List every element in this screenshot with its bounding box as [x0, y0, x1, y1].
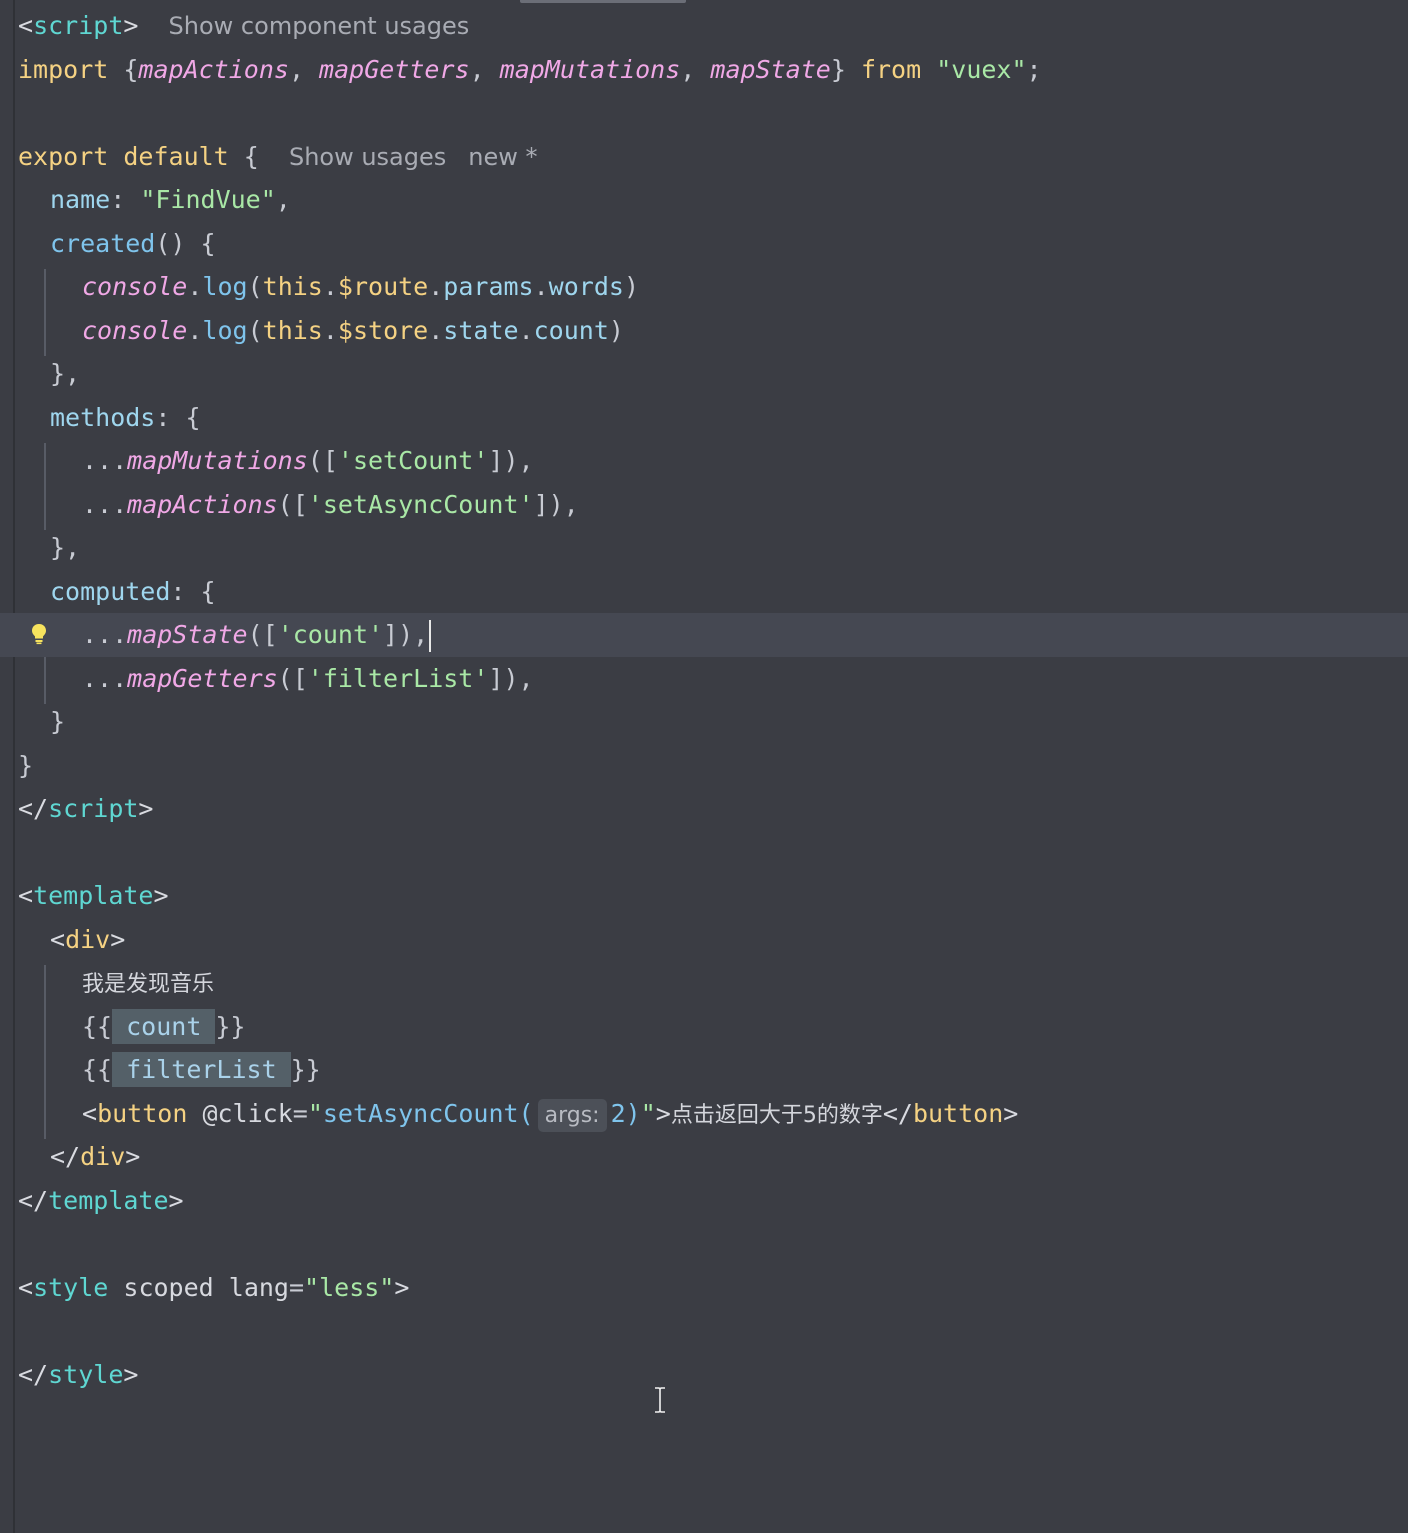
- console-object: console: [82, 315, 188, 345]
- code-line-16[interactable]: ...mapGetters(['filterList']),: [0, 657, 1408, 701]
- count-interpolation: count: [112, 1008, 216, 1044]
- from-keyword: from: [860, 54, 922, 84]
- module-string: "vuex": [936, 54, 1027, 84]
- code-line-22[interactable]: <div>: [0, 918, 1408, 962]
- code-editor[interactable]: <script> Show component usages import {m…: [0, 4, 1408, 1396]
- code-line-14[interactable]: computed: {: [0, 570, 1408, 614]
- div-close-tag: div: [80, 1142, 126, 1171]
- style-close-tag: style: [48, 1359, 124, 1389]
- code-line-15[interactable]: ...mapState(['count']),: [0, 613, 1408, 657]
- mapMutations-call: mapMutations: [127, 446, 308, 475]
- button-open-tag: button: [97, 1098, 188, 1128]
- code-line-5[interactable]: name: "FindVue",: [0, 178, 1408, 222]
- route-property: $route: [337, 272, 429, 301]
- code-line-11[interactable]: ...mapMutations(['setCount']),: [0, 439, 1408, 483]
- handler-argument: 2: [610, 1098, 626, 1128]
- log-method: log: [202, 315, 248, 345]
- text-caret: [429, 620, 432, 652]
- filterList-string: 'filterList': [307, 663, 489, 693]
- code-line-30[interactable]: <style scoped lang="less">: [0, 1266, 1408, 1310]
- mapGetters-call: mapGetters: [127, 663, 278, 693]
- words-property: words: [548, 272, 624, 301]
- code-line-23[interactable]: 我是发现音乐: [0, 961, 1408, 1005]
- code-line-21[interactable]: <template>: [0, 874, 1408, 918]
- code-line-25[interactable]: {{filterList}}: [0, 1048, 1408, 1092]
- code-line-29[interactable]: [0, 1222, 1408, 1266]
- code-line-27[interactable]: </div>: [0, 1135, 1408, 1179]
- style-open-tag: style: [33, 1272, 109, 1302]
- code-line-9[interactable]: },: [0, 352, 1408, 396]
- button-close-tag: button: [912, 1098, 1004, 1128]
- this-keyword: this: [262, 315, 323, 345]
- store-property: $store: [337, 315, 429, 345]
- script-open-tag: script: [33, 11, 124, 40]
- scoped-attribute: scoped: [123, 1272, 214, 1302]
- count-string: 'count': [277, 620, 384, 649]
- code-line-26[interactable]: <button @click="setAsyncCount(args: 2)">点…: [0, 1092, 1408, 1136]
- args-parameter-hint: args:: [537, 1098, 607, 1132]
- code-line-13[interactable]: },: [0, 526, 1408, 570]
- name-key: name: [50, 185, 111, 214]
- console-object: console: [82, 272, 188, 301]
- div-open-tag: div: [65, 924, 111, 954]
- script-close-tag: script: [48, 794, 139, 823]
- code-line-4[interactable]: export default { Show usages new *: [0, 135, 1408, 179]
- template-text: 我是发现音乐: [82, 972, 215, 997]
- count-property: count: [533, 315, 609, 345]
- import-mapMutations: mapMutations: [499, 54, 681, 84]
- template-close-tag: template: [48, 1185, 169, 1215]
- code-line-31[interactable]: [0, 1309, 1408, 1353]
- this-keyword: this: [262, 272, 323, 301]
- code-line-2[interactable]: import {mapActions, mapGetters, mapMutat…: [0, 48, 1408, 92]
- lightbulb-icon[interactable]: [30, 623, 48, 645]
- filterList-interpolation: filterList: [112, 1052, 291, 1087]
- state-property: state: [443, 315, 519, 345]
- lang-attribute: lang: [228, 1272, 289, 1302]
- import-mapActions: mapActions: [138, 54, 289, 84]
- setCount-string: 'setCount': [337, 446, 489, 475]
- code-line-19[interactable]: </script>: [0, 787, 1408, 831]
- click-handler: setAsyncCount(: [322, 1098, 534, 1128]
- code-line-12[interactable]: ...mapActions(['setAsyncCount']),: [0, 483, 1408, 527]
- code-line-32[interactable]: </style>: [0, 1353, 1408, 1397]
- export-keyword: export: [18, 141, 109, 171]
- mapState-call: mapState: [127, 620, 248, 649]
- import-keyword: import: [18, 54, 109, 84]
- horizontal-scrollbar-thumb[interactable]: [520, 0, 686, 3]
- params-property: params: [443, 272, 534, 301]
- import-mapState: mapState: [710, 54, 831, 84]
- show-usages-hint[interactable]: Show usages: [289, 143, 446, 171]
- code-line-3[interactable]: [0, 91, 1408, 135]
- code-line-24[interactable]: {{count}}: [0, 1005, 1408, 1049]
- code-line-7[interactable]: console.log(this.$route.params.words): [0, 265, 1408, 309]
- show-component-usages-hint[interactable]: Show component usages: [169, 12, 470, 40]
- setAsyncCount-string: 'setAsyncCount': [307, 489, 534, 519]
- code-line-8[interactable]: console.log(this.$store.state.count): [0, 309, 1408, 353]
- new-author-hint[interactable]: new *: [468, 143, 537, 171]
- name-value: "FindVue": [140, 185, 276, 214]
- handler-close-paren: ): [625, 1098, 641, 1128]
- methods-key: methods: [50, 402, 156, 432]
- code-line-20[interactable]: [0, 831, 1408, 875]
- created-hook: created: [50, 228, 156, 258]
- lang-value: "less": [304, 1272, 395, 1302]
- code-line-6[interactable]: created() {: [0, 222, 1408, 266]
- code-line-10[interactable]: methods: {: [0, 396, 1408, 440]
- computed-key: computed: [50, 576, 171, 606]
- log-method: log: [202, 272, 248, 301]
- button-text: 点击返回大于5的数字: [670, 1102, 883, 1128]
- template-open-tag: template: [33, 881, 154, 910]
- code-line-18[interactable]: }: [0, 744, 1408, 788]
- code-line-1[interactable]: <script> Show component usages: [0, 4, 1408, 48]
- mapActions-call: mapActions: [127, 489, 278, 519]
- code-line-28[interactable]: </template>: [0, 1179, 1408, 1223]
- default-keyword: default: [123, 141, 229, 171]
- click-attribute: @click: [202, 1098, 293, 1128]
- import-mapGetters: mapGetters: [319, 54, 470, 84]
- code-line-17[interactable]: }: [0, 700, 1408, 744]
- i-beam-cursor-icon: [655, 1387, 665, 1413]
